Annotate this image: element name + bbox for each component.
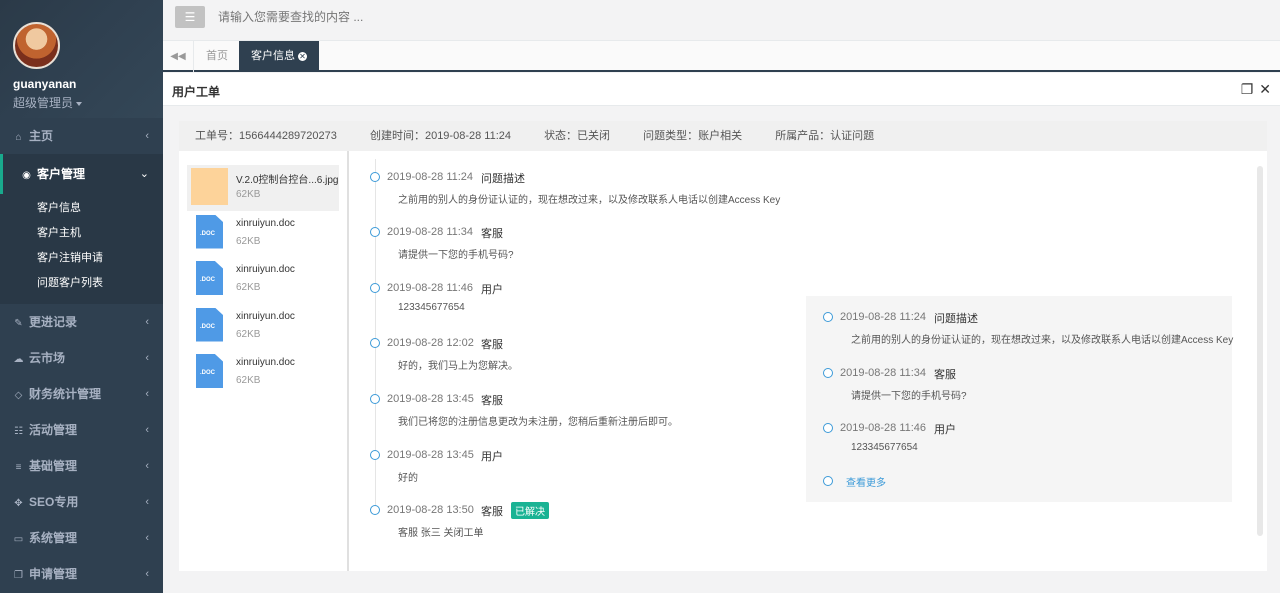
caret-down-icon: [76, 101, 83, 106]
copy-icon: ❐: [14, 570, 23, 581]
view-more-row: 查看更多: [816, 472, 1226, 494]
tab-bar: ◀◀ 首页 客户信息 ✕: [163, 41, 1280, 72]
chevron-left-icon: ‹: [145, 388, 149, 400]
sliders-icon: ☷: [14, 426, 23, 437]
timeline-dot-icon: [823, 312, 833, 322]
panel-header: 用户工单 ❐ ✕: [163, 73, 1280, 106]
timeline-dot-icon: [370, 227, 380, 237]
issue-type: 问题类型：账户相关: [643, 130, 743, 142]
content-area: 用户工单 ❐ ✕ 工单号：1566444289720273 创建时间：2019-0…: [163, 73, 1280, 593]
chevron-left-icon: ‹: [145, 568, 149, 580]
product: 所属产品：认证问题: [775, 130, 875, 142]
submenu-item-customer-info[interactable]: 客户信息: [0, 196, 163, 221]
doc-file-icon: .DOC: [196, 307, 223, 342]
doc-file-icon: .DOC: [196, 261, 223, 295]
nav-item-application[interactable]: ❐ 申请管理 ‹: [0, 556, 163, 592]
chevron-left-icon: ‹: [145, 460, 149, 472]
doc-file-icon: .DOC: [196, 214, 223, 249]
attachment-item[interactable]: .DOC xinruiyun.doc 62KB: [187, 351, 339, 397]
tab-customer-info[interactable]: 客户信息 ✕: [239, 41, 319, 72]
customer-submenu: 客户信息 客户主机 客户注销申请 问题客户列表: [0, 194, 163, 304]
menu-icon: ☰: [184, 10, 196, 24]
timeline-dot-icon: [823, 476, 833, 486]
restore-icon[interactable]: ❐: [1241, 81, 1254, 97]
timeline-entry: 2019-08-28 11:24 问题描述 之前用的别人的身份证认证的，现在想改…: [369, 166, 969, 216]
popover-entry: 2019-08-28 11:24 问题描述 之前用的别人的身份证认证的，现在想改…: [822, 306, 1233, 356]
attachment-item[interactable]: .DOC xinruiyun.doc 62KB: [187, 212, 339, 258]
created-time: 创建时间：2019-08-28 11:24: [369, 130, 511, 142]
timeline-entry: 2019-08-28 11:34 客服 请提供一下您的手机号码?: [369, 221, 969, 271]
popover-entry: 2019-08-28 11:46 用户 123345677654: [822, 417, 1232, 467]
chevron-left-icon: ‹: [145, 316, 149, 328]
chevron-down-icon: ⌄: [139, 168, 149, 180]
timeline-dot-icon: [370, 450, 380, 460]
chevron-left-icon: ‹: [145, 352, 149, 364]
timeline-dot-icon: [370, 505, 380, 515]
timeline-dot-icon: [823, 368, 833, 378]
close-icon[interactable]: ✕: [1259, 81, 1271, 97]
diamond-icon: ◇: [14, 390, 23, 401]
user-role[interactable]: 超级管理员: [13, 94, 163, 111]
chevron-left-icon: ‹: [145, 130, 149, 142]
tab-home[interactable]: 首页: [194, 41, 241, 72]
attachment-item[interactable]: V.2.0控制台控台...6.jpg 62KB: [187, 165, 339, 211]
nav-item-followup[interactable]: ✎ 更进记录 ‹: [0, 304, 163, 340]
timeline-entry: 2019-08-28 13:50 客服 已解决 客服 张三 关闭工单: [369, 499, 969, 549]
nav-item-activity[interactable]: ☷ 活动管理 ‹: [0, 412, 163, 448]
view-more-link[interactable]: 查看更多: [846, 474, 886, 489]
close-tab-icon[interactable]: ✕: [298, 52, 307, 61]
submenu-item-problem-customers[interactable]: 问题客户列表: [0, 271, 163, 296]
profile: guanyanan 超级管理员: [0, 0, 163, 118]
home-icon: ⌂: [15, 132, 22, 143]
nav-item-basic[interactable]: ≡ 基础管理 ‹: [0, 448, 163, 484]
paw-icon: ✥: [14, 498, 23, 509]
chevron-left-icon: ‹: [145, 496, 149, 508]
list-icon: ≡: [15, 462, 22, 473]
attachment-list: V.2.0控制台控台...6.jpg 62KB .DOC xinruiyun.d…: [179, 151, 349, 571]
eye-icon: ◉: [22, 170, 31, 181]
sidebar: guanyanan 超级管理员 ⌂ 主页 ‹ ◉ 客户管理 ⌄ 客户信息 客户主机 客户…: [0, 0, 163, 593]
ticket-info-bar: 工单号：1566444289720273 创建时间：2019-08-28 11:…: [179, 121, 1267, 151]
scrollbar[interactable]: [1257, 166, 1263, 536]
chevron-left-icon: ‹: [145, 424, 149, 436]
top-bar: ☰: [163, 0, 1280, 41]
attachment-item[interactable]: .DOC xinruiyun.doc 62KB: [187, 305, 339, 351]
submenu-item-customer-cancel[interactable]: 客户注销申请: [0, 246, 163, 271]
user-name[interactable]: guanyanan: [13, 77, 163, 91]
panel-title: 用户工单: [172, 85, 221, 99]
nav-item-seo[interactable]: ✥ SEO专用 ‹: [0, 484, 163, 520]
nav-item-system[interactable]: ▭ 系统管理 ‹: [0, 520, 163, 556]
timeline-dot-icon: [370, 283, 380, 293]
edit-icon: ✎: [14, 318, 23, 329]
double-left-icon[interactable]: ◀◀: [163, 41, 194, 72]
timeline-dot-icon: [370, 394, 380, 404]
timeline-dot-icon: [823, 423, 833, 433]
submenu-item-customer-host[interactable]: 客户主机: [0, 221, 163, 246]
avatar[interactable]: [13, 22, 60, 69]
timeline-dot-icon: [370, 172, 380, 182]
cloud-icon: ☁: [13, 354, 24, 365]
nav-item-finance[interactable]: ◇ 财务统计管理 ‹: [0, 376, 163, 412]
desktop-icon: ▭: [13, 534, 24, 545]
resolved-badge: 已解决: [511, 502, 549, 519]
popover-entry: 2019-08-28 11:34 客服 请提供一下您的手机号码?: [822, 362, 1232, 412]
timeline-popover: 2019-08-28 11:24 问题描述 之前用的别人的身份证认证的，现在想改…: [806, 296, 1233, 502]
ticket-body: V.2.0控制台控台...6.jpg 62KB .DOC xinruiyun.d…: [179, 151, 1267, 571]
chevron-left-icon: ‹: [145, 532, 149, 544]
nav-item-customer[interactable]: ◉ 客户管理 ⌄: [0, 154, 163, 194]
nav-item-cloud-market[interactable]: ☁ 云市场 ‹: [0, 340, 163, 376]
attachment-item[interactable]: .DOC xinruiyun.doc 62KB: [187, 258, 339, 304]
search-input[interactable]: [218, 10, 618, 24]
nav-item-home[interactable]: ⌂ 主页 ‹: [0, 118, 163, 154]
timeline-dot-icon: [370, 338, 380, 348]
doc-file-icon: .DOC: [196, 354, 223, 388]
ticket-number: 工单号：1566444289720273: [195, 130, 337, 142]
menu-toggle-button[interactable]: ☰: [175, 6, 205, 28]
ticket-status: 状态：已关闭: [544, 130, 611, 142]
image-thumbnail: [191, 168, 228, 205]
